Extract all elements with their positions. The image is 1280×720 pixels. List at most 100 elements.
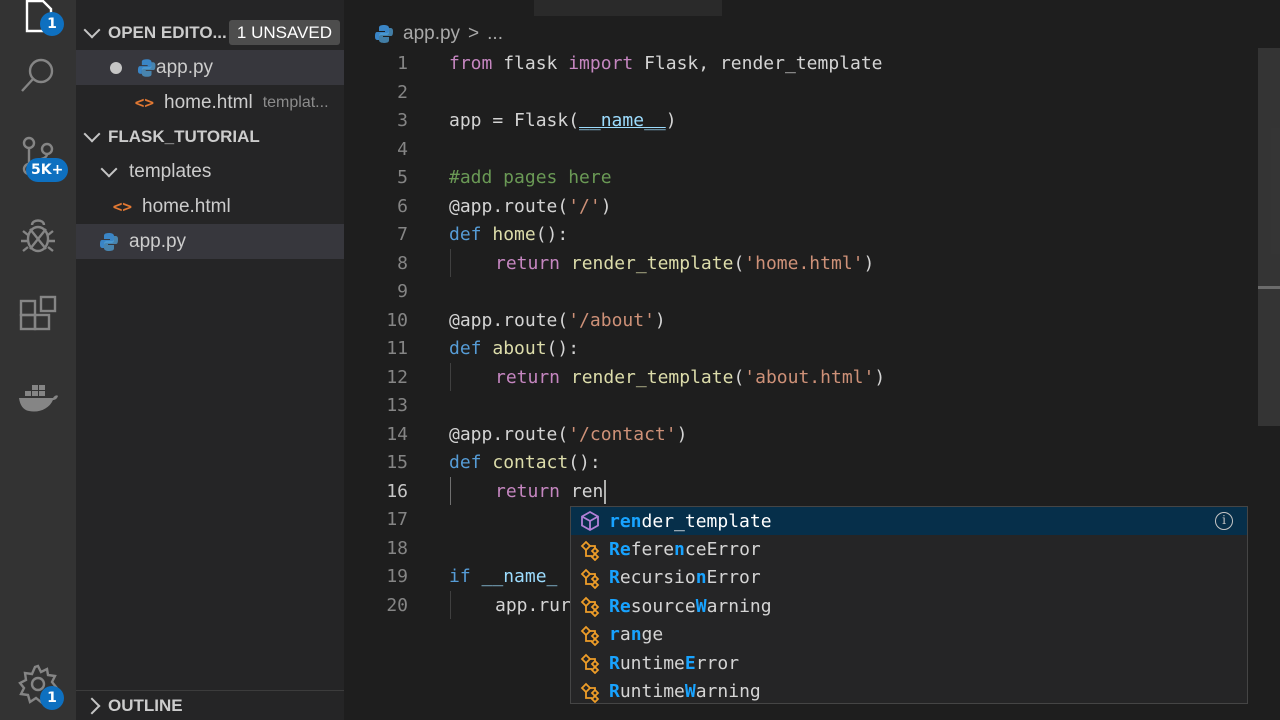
line-number: 4 — [397, 138, 408, 160]
docker-button[interactable] — [0, 364, 76, 428]
suggestion-text: source — [630, 595, 696, 617]
suggestion-text: arning — [706, 595, 772, 617]
keyword: def — [449, 224, 482, 245]
line-number: 20 — [386, 594, 408, 616]
match-highlight: R — [609, 681, 620, 703]
code-text: ) — [665, 110, 677, 131]
open-editor-label: app.py — [156, 56, 214, 78]
match-highlight: W — [684, 681, 696, 703]
search-icon — [21, 58, 54, 92]
match-highlight: r — [609, 624, 620, 646]
suggestion-text: rror — [695, 652, 740, 674]
tree-folder-templates[interactable]: templates — [76, 154, 344, 189]
match-highlight: E — [684, 652, 696, 674]
code-text: (): — [568, 452, 601, 473]
code-line-8: 8 return render_template('home.html') — [344, 250, 1280, 279]
line-number: 1 — [397, 53, 408, 74]
open-editor-item-app-py[interactable]: app.py — [76, 50, 344, 85]
tree-file-app-py[interactable]: app.py — [76, 224, 344, 259]
match-highlight: Re — [609, 595, 631, 617]
suggestion-runtimewarning[interactable]: RuntimeWarning — [571, 677, 1247, 705]
line-number: 2 — [397, 81, 408, 103]
project-header[interactable]: FLASK_TUTORIAL — [76, 119, 344, 154]
code-string: '/' — [568, 195, 601, 217]
line-number: 12 — [386, 366, 408, 388]
explorer-button[interactable]: 1 — [0, 0, 76, 48]
code-text: ) — [676, 423, 688, 445]
code-comment: #add pages here — [449, 167, 612, 188]
code-line-10: 10 @app.route('/about') — [344, 307, 1280, 336]
line-number: 3 — [397, 110, 408, 131]
match-highlight: n — [630, 624, 642, 646]
code-text: ( — [733, 366, 745, 388]
outline-header[interactable]: OUTLINE — [76, 690, 344, 720]
explorer-sidebar: OPEN EDITO... 1 UNSAVED app.py <> home.h… — [76, 0, 344, 720]
python-file-icon — [375, 25, 393, 43]
match-highlight: n — [674, 539, 685, 561]
line-number: 17 — [386, 509, 408, 530]
function-name: home — [492, 224, 536, 245]
chevron-down-icon — [83, 21, 101, 38]
suggestion-text: ge — [641, 624, 664, 646]
python-file-icon — [137, 58, 156, 77]
info-icon[interactable]: i — [1215, 512, 1233, 530]
code-line-14: 14 @app.route('/contact') — [344, 421, 1280, 450]
line-number-current: 16 — [386, 480, 408, 502]
open-editors-title: OPEN EDITO... — [108, 22, 227, 42]
class-icon — [580, 597, 600, 618]
class-icon — [580, 653, 600, 675]
tree-file-home-html[interactable]: <> home.html — [76, 189, 344, 224]
code-line-15: 15 def contact(): — [344, 449, 1280, 478]
keyword: import — [568, 53, 634, 74]
open-editor-label: home.html — [164, 91, 253, 113]
code-line-7: 7 def home(): — [344, 221, 1280, 250]
docker-icon — [19, 385, 58, 412]
suggestion-text: a — [619, 624, 631, 646]
suggestion-runtimeerror[interactable]: RuntimeError — [571, 649, 1247, 677]
suggestion-recursionerror[interactable]: RecursionError — [571, 564, 1247, 592]
code-string: '/about' — [568, 309, 655, 331]
keyword: return — [495, 252, 561, 274]
suggestion-render-template[interactable]: render_template i — [571, 507, 1247, 536]
debug-button[interactable] — [0, 204, 76, 268]
keyword: return — [495, 366, 561, 388]
match-highlight: W — [695, 595, 707, 617]
suggestion-text: der_template — [641, 510, 772, 532]
code-line-16: 16 return ren — [344, 478, 1280, 507]
breadcrumb-more[interactable]: ... — [487, 23, 503, 45]
code-variable: __name__ — [579, 110, 666, 131]
extensions-button[interactable] — [0, 284, 76, 348]
suggestion-text: untime — [619, 652, 685, 674]
suggestion-text: ceError — [684, 539, 761, 561]
open-editor-item-home-html[interactable]: <> home.html templat... — [76, 85, 344, 120]
code-text: @app.route( — [449, 309, 569, 331]
breadcrumb-file[interactable]: app.py — [403, 23, 460, 45]
chevron-right-icon — [83, 697, 101, 714]
line-number: 19 — [386, 566, 408, 587]
code-text: (): — [546, 338, 580, 359]
autocomplete-suggestions: render_template i ReferenceError Recursi… — [570, 506, 1248, 704]
suggestion-resourcewarning[interactable]: ResourceWarning — [571, 592, 1247, 620]
keyword: def — [449, 452, 482, 473]
vertical-scroll-thumb[interactable] — [1258, 48, 1280, 426]
suggestion-range[interactable]: range — [571, 621, 1247, 649]
open-editors-header[interactable]: OPEN EDITO... 1 UNSAVED — [76, 15, 344, 50]
text-cursor — [604, 479, 607, 504]
project-title: FLASK_TUTORIAL — [108, 126, 260, 146]
python-file-icon — [100, 232, 118, 251]
suggestion-text: Error — [706, 567, 761, 589]
method-icon — [581, 511, 599, 532]
horizontal-scroll-thumb[interactable] — [534, 0, 722, 16]
source-control-button[interactable]: 5K+ — [0, 124, 76, 188]
settings-button[interactable]: 1 — [0, 652, 76, 716]
search-button[interactable] — [0, 44, 76, 108]
suggestion-referenceerror[interactable]: ReferenceError — [571, 535, 1247, 563]
chevron-down-icon — [100, 160, 118, 177]
keyword: def — [449, 338, 482, 359]
line-number: 7 — [397, 224, 408, 245]
